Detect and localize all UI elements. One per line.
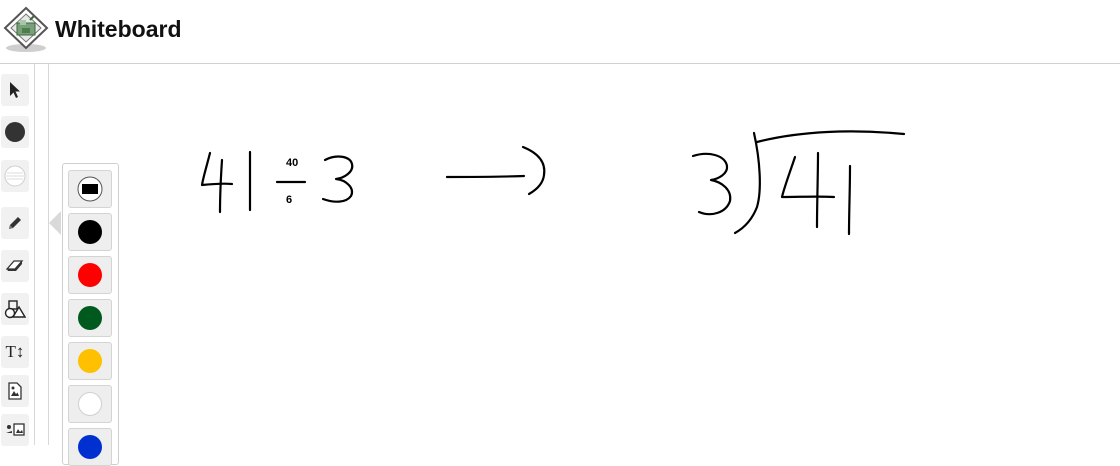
swatch-dot	[78, 435, 102, 459]
image-insert-tool-button[interactable]	[1, 414, 29, 446]
ink-stroke	[445, 174, 526, 179]
swatch-dot	[78, 392, 102, 416]
lined-circle-icon	[4, 165, 26, 187]
cursor-arrow-icon	[10, 82, 20, 98]
text-tool-button[interactable]: T↕	[1, 336, 29, 368]
ink-stroke	[691, 152, 732, 216]
color-palette	[62, 163, 119, 466]
swatch-dot	[78, 263, 102, 287]
color-swatch-blue[interactable]	[68, 428, 112, 466]
ink-stroke	[847, 164, 852, 236]
swatch-dot	[78, 349, 102, 373]
pencil-icon	[9, 217, 21, 229]
ink-stroke	[815, 151, 820, 229]
ink-stroke	[755, 130, 906, 144]
color-swatch-green[interactable]	[68, 299, 112, 337]
ink-stroke	[733, 131, 761, 235]
swatch-dot	[78, 220, 102, 244]
sidebar-divider	[48, 64, 49, 445]
palette-pointer	[49, 211, 61, 235]
image-tool-button[interactable]	[1, 375, 29, 407]
app-header: Whiteboard	[0, 0, 1120, 64]
ink-stroke	[200, 151, 234, 187]
color-swatch-white[interactable]	[68, 385, 112, 423]
ink-stroke	[780, 155, 836, 199]
image-insert-icon	[6, 423, 25, 436]
filled-rectangle-icon	[77, 176, 103, 202]
shapes-icon	[4, 300, 26, 319]
color-tool-button[interactable]	[1, 116, 29, 148]
pencil-tool-button[interactable]	[1, 207, 29, 239]
ink-mark: 40	[286, 157, 298, 169]
background-tool-button[interactable]	[1, 160, 29, 192]
ink-stroke	[521, 145, 546, 196]
shapes-tool-button[interactable]	[1, 293, 29, 325]
swatch-dot	[78, 306, 102, 330]
fill-mode-button[interactable]	[68, 170, 112, 208]
app-title: Whiteboard	[55, 16, 182, 42]
tool-sidebar: T↕	[0, 64, 35, 446]
drawing-canvas[interactable]: 40 6	[0, 0, 1120, 445]
ink-stroke	[321, 155, 354, 203]
color-swatch-yellow[interactable]	[68, 342, 112, 380]
color-swatch-red[interactable]	[68, 256, 112, 294]
text-icon: T↕	[5, 342, 25, 361]
select-tool-button[interactable]	[1, 74, 29, 106]
app-logo-icon	[3, 6, 49, 52]
ink-mark: 6	[286, 194, 292, 206]
image-icon	[8, 382, 22, 400]
eraser-icon	[6, 260, 24, 271]
eraser-tool-button[interactable]	[1, 250, 29, 282]
filled-circle-icon	[5, 122, 25, 142]
ink-stroke	[218, 158, 224, 214]
color-swatch-black[interactable]	[68, 213, 112, 251]
